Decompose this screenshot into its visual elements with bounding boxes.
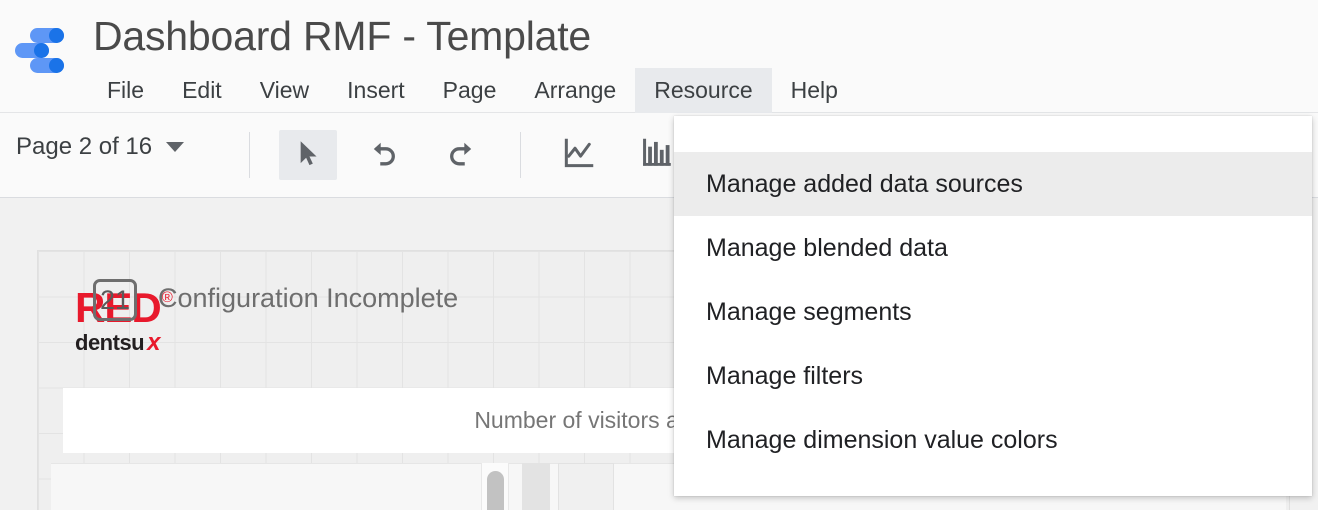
line-chart-button[interactable] <box>550 130 608 180</box>
toolbar-separator-2 <box>520 132 521 178</box>
looker-studio-window: Dashboard RMF - Template File Edit View … <box>0 0 1318 510</box>
menu-item-file[interactable]: File <box>88 68 163 113</box>
menu-item-insert[interactable]: Insert <box>328 68 424 113</box>
undo-icon <box>366 135 402 176</box>
brand-accent-letter: x <box>147 329 160 356</box>
menu-option-manage-filters[interactable]: Manage filters <box>674 344 1312 408</box>
brand-secondary-text: dentsu <box>75 330 144 355</box>
resource-dropdown-menu: Manage added data sources Manage blended… <box>674 116 1312 496</box>
cursor-arrow-icon <box>292 137 324 174</box>
menu-option-manage-dimension-value-colors[interactable]: Manage dimension value colors <box>674 408 1312 472</box>
metric-strip-cell-a <box>522 463 550 510</box>
app-header: Dashboard RMF - Template File Edit View … <box>0 0 1318 113</box>
looker-studio-logo <box>12 22 68 78</box>
toolbar-separator-1 <box>249 132 250 178</box>
menu-item-resource[interactable]: Resource <box>635 68 771 113</box>
report-title[interactable]: Dashboard RMF - Template <box>93 12 591 60</box>
redo-icon <box>443 135 479 176</box>
page-selector-label: Page 2 of 16 <box>16 133 152 161</box>
bar-chart-icon <box>638 134 676 177</box>
scrollbar-thumb[interactable] <box>487 471 504 510</box>
configuration-status-text: Configuration Incomplete <box>158 283 458 314</box>
chevron-down-icon <box>166 142 184 152</box>
redo-button[interactable] <box>432 130 490 180</box>
menu-item-page[interactable]: Page <box>424 68 516 113</box>
menu-item-arrange[interactable]: Arrange <box>515 68 635 113</box>
page-selector[interactable]: Page 2 of 16 <box>16 133 184 161</box>
brand-secondary-row: dentsux <box>75 331 172 355</box>
menu-option-manage-segments[interactable]: Manage segments <box>674 280 1312 344</box>
metric-badge: 21 <box>93 279 137 321</box>
menu-option-manage-added-data-sources[interactable]: Manage added data sources <box>674 152 1312 216</box>
undo-button[interactable] <box>355 130 413 180</box>
component-vertical-scrollbar[interactable] <box>481 463 509 510</box>
select-tool-button[interactable] <box>279 130 337 180</box>
menu-item-edit[interactable]: Edit <box>163 68 241 113</box>
menu-item-view[interactable]: View <box>241 68 328 113</box>
menu-item-help[interactable]: Help <box>772 68 857 113</box>
metric-strip-cell-b <box>558 463 614 510</box>
menu-bar: File Edit View Insert Page Arrange Resou… <box>88 68 857 113</box>
line-chart-icon <box>560 134 598 177</box>
menu-option-manage-blended-data[interactable]: Manage blended data <box>674 216 1312 280</box>
